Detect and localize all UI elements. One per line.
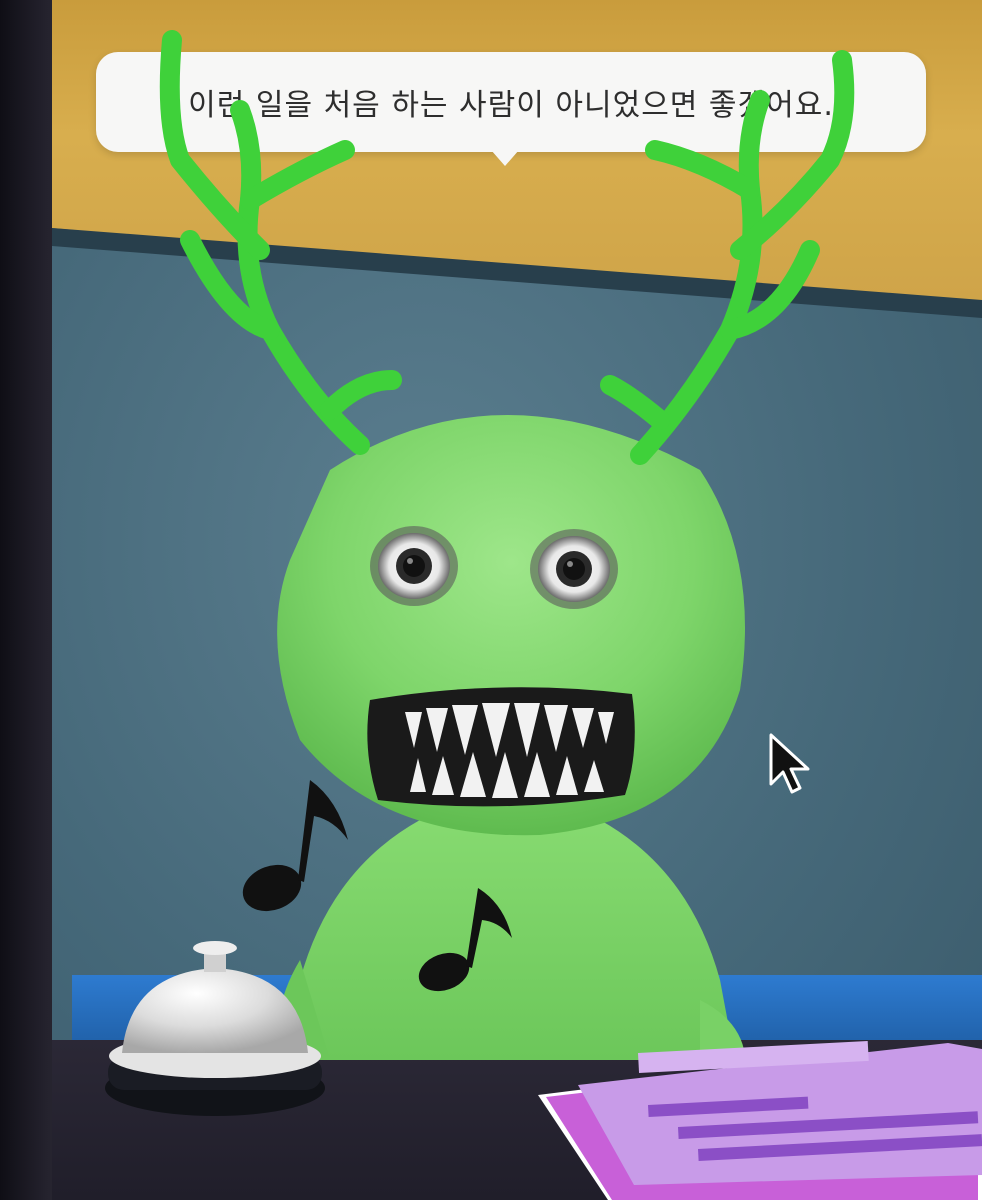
music-note-icon xyxy=(418,888,512,992)
service-bell-icon[interactable] xyxy=(100,938,330,1123)
music-note-icon xyxy=(242,780,348,912)
mouse-pointer-icon xyxy=(769,733,810,794)
clipboard-icon[interactable] xyxy=(538,1035,982,1200)
